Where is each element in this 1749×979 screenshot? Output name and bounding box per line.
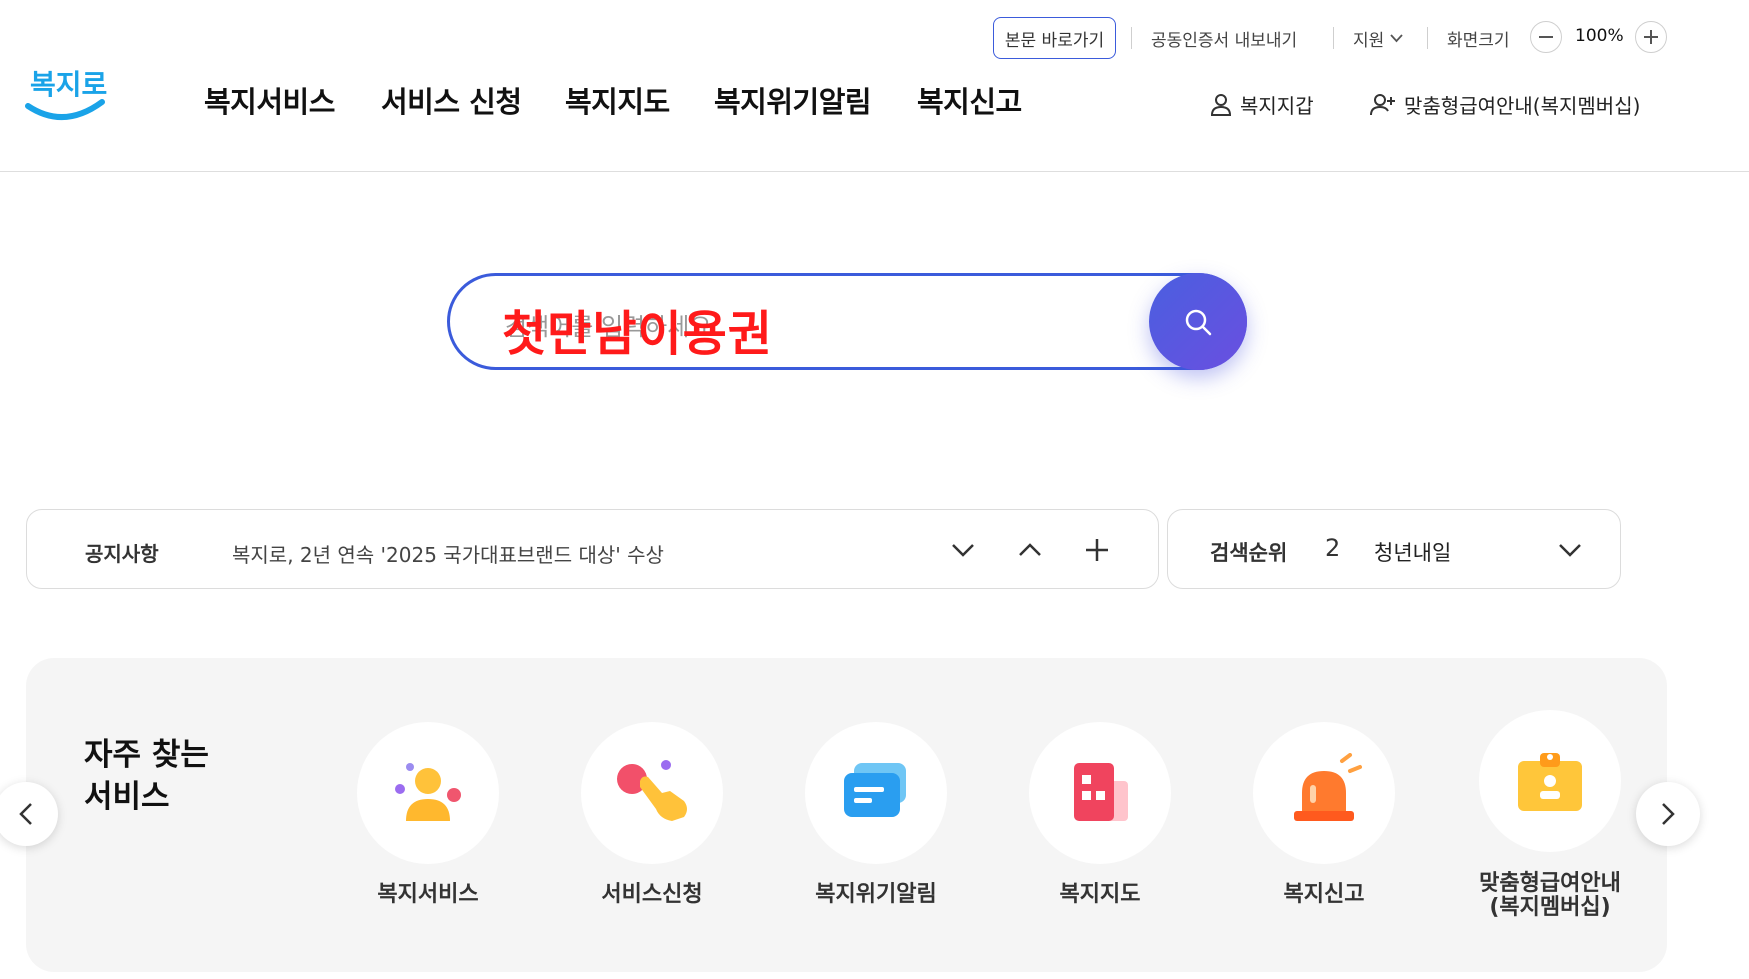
skip-to-content-button[interactable]: 본문 바로가기 — [993, 17, 1116, 59]
svg-text:복지로: 복지로 — [30, 68, 107, 101]
service-label: 복지지도 — [1059, 882, 1141, 907]
nav-welfare-report[interactable]: 복지신고 — [917, 79, 1022, 121]
notice-prev-button[interactable] — [1012, 532, 1048, 568]
zoom-level: 100% — [1575, 26, 1624, 46]
frequent-services: 자주 찾는 서비스 복지서비스 서비스신청 복지위기알림 복지지도 복지신고 맞… — [26, 658, 1667, 972]
divider — [1427, 27, 1428, 49]
bokjiro-logo-icon: 복지로 — [25, 68, 107, 120]
plus-icon — [1086, 539, 1108, 561]
id-card-icon — [1518, 753, 1582, 811]
chevron-down-icon — [1559, 544, 1581, 557]
plus-icon — [1644, 30, 1658, 44]
minus-icon — [1539, 36, 1553, 38]
service-label: 맞춤형급여안내 (복지멤버십) — [1450, 872, 1650, 920]
membership-label: 맞춤형급여안내(복지멤버십) — [1404, 94, 1641, 118]
service-label: 복지신고 — [1283, 882, 1365, 907]
tap-hand-icon — [617, 760, 687, 821]
site-logo[interactable]: 복지로 — [24, 60, 110, 134]
nav-crisis-alert[interactable]: 복지위기알림 — [714, 79, 872, 121]
wallet-label: 복지지갑 — [1240, 94, 1314, 118]
notice-bar: 공지사항 복지로, 2년 연속 '2025 국가대표브랜드 대상' 수상 — [26, 509, 1159, 589]
service-label: 복지위기알림 — [815, 882, 937, 907]
service-membership[interactable] — [1479, 710, 1621, 852]
user-plus-icon — [1370, 93, 1395, 115]
nav-welfare-services[interactable]: 복지서비스 — [204, 79, 335, 121]
frequent-title: 자주 찾는 서비스 — [84, 734, 209, 818]
chevron-right-icon — [1662, 803, 1675, 825]
person-icon — [395, 763, 461, 821]
cert-export-link[interactable]: 공동인증서 내보내기 — [1151, 26, 1297, 51]
search-ranking: 검색순위 2 청년내일 — [1167, 509, 1621, 589]
service-label-line2: (복지멤버십) — [1489, 895, 1611, 920]
service-welfare-services[interactable] — [357, 722, 499, 864]
header-divider — [0, 171, 1749, 172]
ranking-expand-button[interactable] — [1552, 532, 1588, 568]
frequent-title-line1: 자주 찾는 — [84, 737, 209, 773]
search-input[interactable]: 검색어를 입력하세요 첫만남이용권 — [447, 273, 1247, 370]
map-building-icon — [1074, 763, 1128, 821]
search-button[interactable] — [1149, 273, 1247, 370]
service-label-line1: 맞춤형급여안내 — [1479, 871, 1621, 896]
service-apply[interactable] — [581, 722, 723, 864]
siren-icon — [1294, 753, 1362, 821]
zoom-out-button[interactable] — [1530, 21, 1562, 53]
screen-size-label: 화면크기 — [1447, 31, 1510, 51]
search-typed-value: 첫만남이용권 — [502, 306, 773, 362]
service-welfare-map[interactable] — [1029, 722, 1171, 864]
chevron-down-icon — [1390, 34, 1403, 43]
divider — [1131, 27, 1132, 49]
service-welfare-report[interactable] — [1253, 722, 1395, 864]
notice-more-button[interactable] — [1079, 532, 1115, 568]
service-label: 복지서비스 — [377, 882, 479, 907]
notice-text[interactable]: 복지로, 2년 연속 '2025 국가대표브랜드 대상' 수상 — [232, 539, 664, 568]
zoom-in-button[interactable] — [1635, 21, 1667, 53]
support-dropdown[interactable]: 지원 — [1353, 26, 1403, 51]
frequent-title-line2: 서비스 — [84, 779, 170, 815]
chevron-left-icon — [19, 803, 32, 825]
support-label: 지원 — [1353, 31, 1385, 51]
service-label: 서비스신청 — [601, 882, 703, 907]
notice-label: 공지사항 — [85, 542, 159, 566]
ranking-number: 2 — [1325, 534, 1341, 562]
nav-service-apply[interactable]: 서비스 신청 — [381, 79, 522, 121]
notice-next-button[interactable] — [945, 532, 981, 568]
nav-welfare-map[interactable]: 복지지도 — [565, 79, 670, 121]
carousel-next-button[interactable] — [1636, 782, 1700, 846]
utility-bar: 본문 바로가기 공동인증서 내보내기 지원 화면크기 100% — [0, 17, 1749, 59]
chevron-up-icon — [1019, 543, 1041, 556]
membership-link[interactable]: 맞춤형급여안내(복지멤버십) — [1370, 90, 1640, 119]
chevron-down-icon — [952, 544, 974, 557]
divider — [1333, 27, 1334, 49]
ranking-keyword[interactable]: 청년내일 — [1374, 537, 1451, 567]
wallet-link[interactable]: 복지지갑 — [1210, 90, 1314, 119]
message-icon — [844, 763, 906, 817]
service-crisis-alert[interactable] — [805, 722, 947, 864]
ranking-label: 검색순위 — [1210, 541, 1288, 565]
search-icon — [1185, 309, 1212, 335]
user-icon — [1210, 93, 1232, 116]
